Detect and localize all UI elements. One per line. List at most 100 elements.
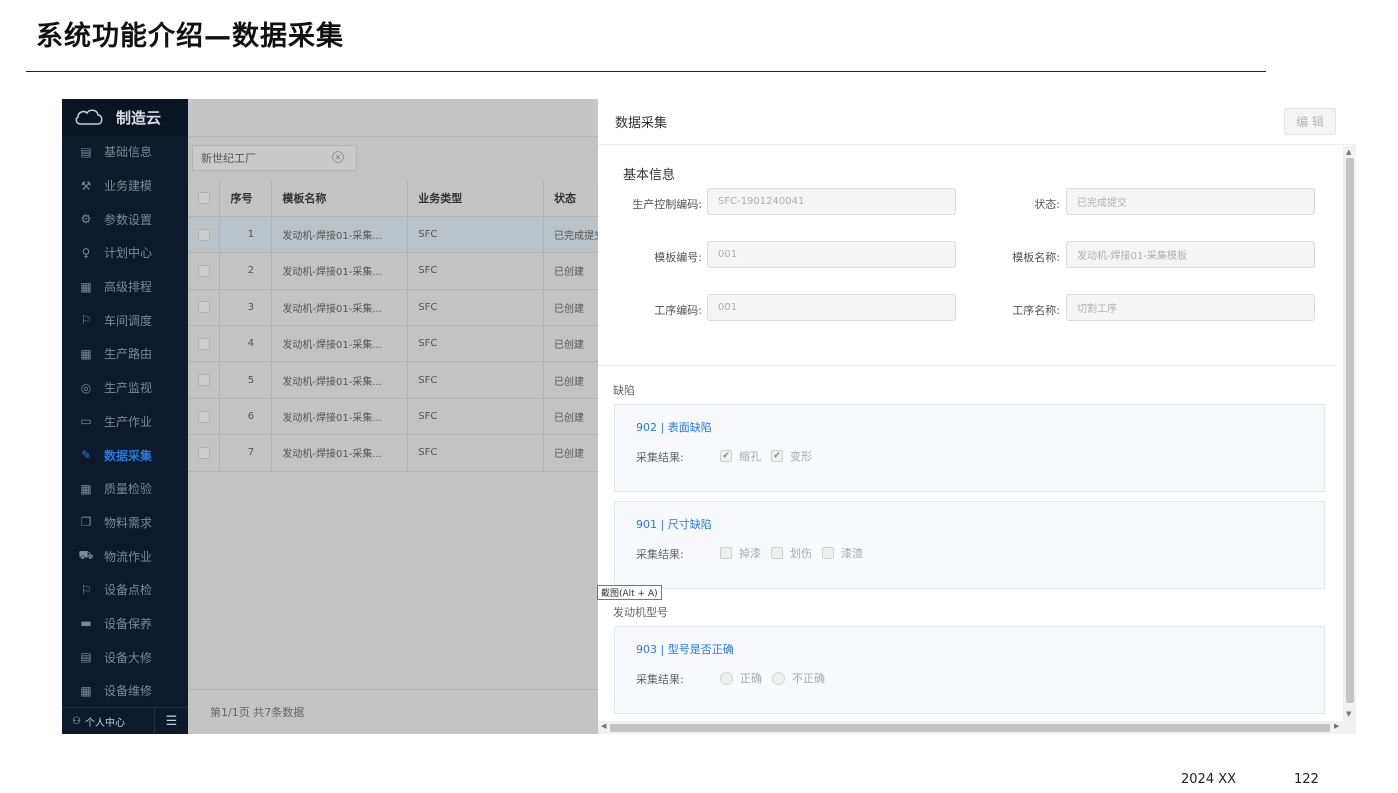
table-row[interactable]: 5 发动机-焊接01-采集... SFC 已创建	[188, 361, 609, 399]
grid-icon: ▦	[80, 279, 92, 294]
sidebar-item[interactable]: ❐ 物料需求	[62, 506, 188, 540]
template-name-cell: 发动机-焊接01-采集...	[271, 252, 409, 290]
document-icon: ▤	[80, 144, 92, 159]
table-row[interactable]: 6 发动机-焊接01-采集... SFC 已创建	[188, 398, 609, 436]
sidebar-nav: ▤ 基础信息 ⚒ 业务建模 ⚙ 参数设置 ♀ 计划中心 ▦ 高级排程 ⚐ 车间调度 ▦ 生产路由 ◎ 生产监视…	[62, 135, 188, 708]
row-number: 6	[219, 398, 273, 436]
location-icon: ◎	[80, 380, 92, 395]
user-icon: ⚇	[72, 715, 81, 727]
scroll-thumb[interactable]	[1346, 158, 1354, 703]
factory-value: 新世纪工厂	[201, 152, 256, 165]
sidebar-item[interactable]: ◎ 生产监视	[62, 371, 188, 405]
sidebar-item[interactable]: ⛟ 物流作业	[62, 539, 188, 573]
result-checkbox[interactable]: ✔ 变形	[771, 448, 812, 464]
flag-icon: ⚐	[80, 313, 92, 328]
defects-group-title: 缺陷	[613, 384, 635, 397]
brand[interactable]: 制造云	[62, 99, 188, 135]
flag-icon: ⚐	[80, 582, 92, 597]
result-radio[interactable]: 不正确	[772, 670, 825, 686]
clear-icon[interactable]: ✕	[332, 151, 344, 163]
row-checkbox[interactable]	[188, 361, 221, 399]
table-row[interactable]: 3 发动机-焊接01-采集... SFC 已创建	[188, 289, 609, 327]
sidebar-item[interactable]: ▦ 生产路由	[62, 337, 188, 371]
sidebar-item-label: 生产作业	[104, 414, 153, 429]
sidebar-item[interactable]: ▭ 生产作业	[62, 405, 188, 439]
copy-icon: ❐	[80, 515, 92, 530]
basic-info-title: 基本信息	[623, 168, 676, 183]
sidebar-item[interactable]: ▤ 基础信息	[62, 135, 188, 169]
result-checkbox[interactable]: ✔ 缩孔	[720, 448, 761, 464]
list-area: 新世纪工厂 ✕ 序号 模板名称 业务类型 状态 1 发动机-焊接01-采集... S…	[188, 99, 609, 734]
result-checkbox[interactable]: 划伤	[771, 545, 812, 561]
scroll-down-icon[interactable]: ▼	[1346, 710, 1351, 718]
sidebar-item[interactable]: ⚒ 业务建模	[62, 169, 188, 203]
collection-item-name: 901 | 尺寸缺陷	[636, 518, 712, 531]
result-label: 采集结果:	[636, 548, 684, 561]
template-name-field[interactable]: 发动机-焊接01-采集模板	[1066, 241, 1315, 268]
page-number: 122	[1294, 772, 1319, 787]
table-row[interactable]: 2 发动机-焊接01-采集... SFC 已创建	[188, 252, 609, 290]
sidebar-item[interactable]: ▤ 设备大修	[62, 640, 188, 674]
business-type-cell: SFC	[407, 434, 544, 472]
scroll-thumb-horizontal[interactable]	[610, 724, 1330, 732]
sidebar-item[interactable]: ▦ 质量检验	[62, 472, 188, 506]
sidebar-item[interactable]: ▦ 高级排程	[62, 270, 188, 304]
grid-icon: ▦	[80, 683, 92, 698]
radio-icon	[772, 671, 785, 685]
sidebar-item[interactable]: ▦ 设备维修	[62, 674, 188, 708]
sidebar-item[interactable]: ♀ 计划中心	[62, 236, 188, 270]
sidebar-item[interactable]: ⚐ 车间调度	[62, 303, 188, 337]
row-checkbox[interactable]	[188, 252, 221, 290]
table-row[interactable]: 4 发动机-焊接01-采集... SFC 已创建	[188, 325, 609, 363]
sidebar-item-label: 计划中心	[104, 246, 153, 261]
result-label: 采集结果:	[636, 451, 684, 464]
result-checkbox[interactable]: 漆渣	[822, 545, 863, 561]
option-label: 正确	[740, 672, 762, 685]
vertical-scrollbar[interactable]: ▲ ▼	[1343, 146, 1356, 734]
process-code-field[interactable]: 001	[707, 294, 956, 321]
business-type-cell: SFC	[407, 398, 544, 436]
row-checkbox[interactable]	[188, 325, 221, 363]
sidebar-item[interactable]: ⚐ 设备点检	[62, 573, 188, 607]
sidebar-item-label: 高级排程	[104, 280, 153, 295]
row-number: 3	[219, 289, 273, 327]
grid-icon: ▦	[80, 346, 92, 361]
user-center-button[interactable]: ⚇ 个人中心	[62, 714, 154, 729]
row-checkbox[interactable]	[188, 434, 221, 472]
sidebar-item-label: 物料需求	[104, 515, 153, 530]
option-label: 不正确	[792, 672, 825, 685]
select-all-checkbox[interactable]	[188, 180, 221, 217]
template-code-field[interactable]: 001	[707, 241, 956, 268]
row-checkbox[interactable]	[188, 398, 221, 436]
edit-button[interactable]: 编 辑	[1284, 108, 1336, 135]
result-checkbox[interactable]: 掉漆	[720, 545, 761, 561]
result-radio[interactable]: 正确	[720, 670, 762, 686]
table-row[interactable]: 1 发动机-焊接01-采集... SFC 已完成提交	[188, 216, 609, 254]
sidebar-item-label: 物流作业	[104, 549, 153, 564]
row-checkbox[interactable]	[188, 289, 221, 327]
sidebar-item-label: 生产路由	[104, 347, 153, 362]
factory-select[interactable]: 新世纪工厂 ✕	[192, 145, 357, 171]
scroll-right-icon[interactable]: ▶	[1334, 722, 1339, 730]
checkbox-icon	[720, 547, 732, 559]
business-type-cell: SFC	[407, 216, 544, 254]
row-checkbox[interactable]	[188, 216, 221, 254]
scroll-up-icon[interactable]: ▲	[1346, 148, 1351, 156]
sidebar-item-label: 业务建模	[104, 179, 153, 194]
sidebar-item[interactable]: ⚙ 参数设置	[62, 202, 188, 236]
checkbox-icon	[822, 547, 834, 559]
sidebar-item[interactable]: ✎ 数据采集	[62, 438, 188, 472]
sidebar-item-label: 设备维修	[104, 684, 153, 699]
sidebar-item[interactable]: ▬ 设备保养	[62, 607, 188, 641]
template-name-cell: 发动机-焊接01-采集...	[271, 289, 409, 327]
horizontal-scrollbar[interactable]: ◀ ▶	[598, 721, 1343, 734]
table-row[interactable]: 7 发动机-焊接01-采集... SFC 已创建	[188, 434, 609, 472]
status-field[interactable]: 已完成提交	[1066, 188, 1315, 215]
scroll-left-icon[interactable]: ◀	[601, 722, 606, 730]
detail-panel: 数据采集 编 辑 基本信息 生产控制编码: SFC-1901240041 状态:…	[598, 99, 1356, 734]
pagination: 第1/1页 共7条数据	[188, 689, 598, 734]
collapse-menu-button[interactable]: ☰	[154, 707, 188, 734]
sidebar-item-label: 基础信息	[104, 145, 153, 160]
sfc-code-field[interactable]: SFC-1901240041	[707, 188, 956, 215]
process-name-field[interactable]: 切割工序	[1066, 294, 1315, 321]
